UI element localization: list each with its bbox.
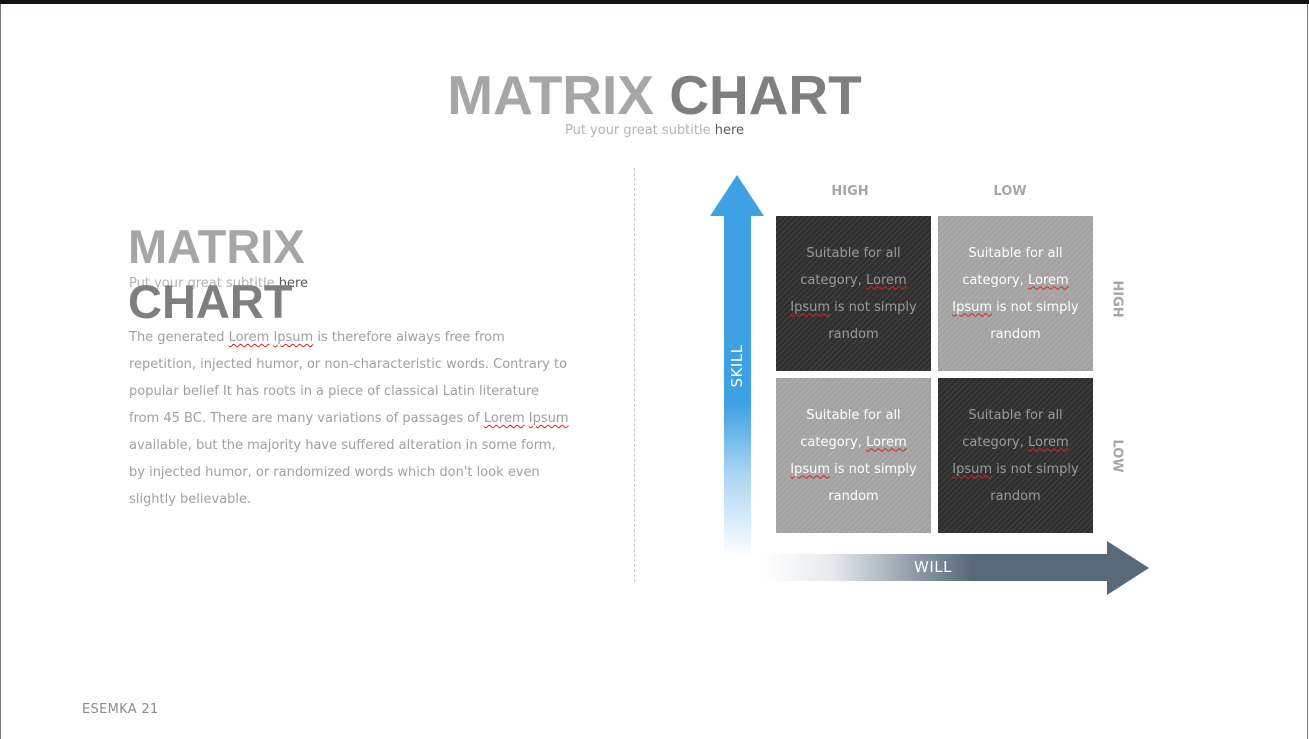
cell-text: Suitable for all category, Lorem Ipsum i… bbox=[946, 240, 1085, 348]
column-label-low: LOW bbox=[993, 184, 1027, 199]
section-title-line1: MATRIX bbox=[128, 220, 305, 273]
page-title-part2: CHART bbox=[669, 64, 862, 126]
matrix-cell-top-left: Suitable for all category, Lorem Ipsum i… bbox=[776, 216, 931, 371]
page-title-part1: MATRIX bbox=[447, 64, 654, 126]
row-label-high: HIGH bbox=[1109, 280, 1125, 318]
spellcheck-word: Lorem bbox=[483, 411, 525, 426]
body-paragraph: The generated Lorem Ipsum is therefore a… bbox=[129, 324, 569, 513]
dashed-divider bbox=[634, 168, 635, 582]
column-label-high: HIGH bbox=[831, 184, 869, 199]
page-title: MATRIX CHART bbox=[0, 60, 1309, 130]
section-title-line2: CHART bbox=[128, 275, 293, 328]
cell-text: Suitable for all category, Lorem Ipsum i… bbox=[784, 402, 923, 510]
body-text-segment: The generated bbox=[129, 330, 229, 345]
cell-text-segment: is not simply random bbox=[828, 299, 917, 342]
cell-text-segment: is not simply random bbox=[990, 461, 1079, 504]
spellcheck-word: Lorem bbox=[866, 434, 907, 450]
matrix-cell-bottom-left: Suitable for all category, Lorem Ipsum i… bbox=[776, 378, 931, 533]
will-axis-label: WILL bbox=[914, 558, 952, 576]
section-title: MATRIX CHART bbox=[128, 218, 305, 331]
skill-axis-label: SKILL bbox=[728, 344, 746, 388]
matrix-cell-bottom-right: Suitable for all category, Lorem Ipsum i… bbox=[938, 378, 1093, 533]
spellcheck-word: Ipsum bbox=[790, 461, 831, 477]
spellcheck-word: Ipsum bbox=[952, 461, 993, 477]
matrix-cell-top-right: Suitable for all category, Lorem Ipsum i… bbox=[938, 216, 1093, 371]
cell-text: Suitable for all category, Lorem Ipsum i… bbox=[946, 402, 1085, 510]
page-subtitle: Put your great subtitle here bbox=[0, 122, 1309, 140]
spellcheck-word: Ipsum bbox=[273, 330, 314, 345]
spellcheck-word: Lorem bbox=[866, 272, 907, 288]
page-subtitle-part2: here bbox=[714, 123, 745, 138]
slide-footer-label: ESEMKA 21 bbox=[82, 702, 159, 717]
spellcheck-word: Lorem bbox=[228, 330, 270, 345]
will-arrow-head-icon bbox=[1107, 541, 1149, 595]
spellcheck-word: Lorem bbox=[1028, 272, 1069, 288]
skill-arrow-head-icon bbox=[710, 175, 764, 216]
window-top-bar bbox=[0, 0, 1309, 4]
row-label-low: LOW bbox=[1109, 439, 1125, 473]
page-subtitle-part1: Put your great subtitle bbox=[564, 123, 715, 138]
cell-text-segment: is not simply random bbox=[990, 299, 1079, 342]
body-text-segment: available, but the majority have suffere… bbox=[129, 438, 556, 507]
cell-text-segment: is not simply random bbox=[828, 461, 917, 504]
spellcheck-word: Lorem bbox=[1028, 434, 1069, 450]
spellcheck-word: Ipsum bbox=[790, 299, 831, 315]
spellcheck-word: Ipsum bbox=[952, 299, 993, 315]
cell-text: Suitable for all category, Lorem Ipsum i… bbox=[784, 240, 923, 348]
spellcheck-word: Ipsum bbox=[528, 411, 569, 426]
